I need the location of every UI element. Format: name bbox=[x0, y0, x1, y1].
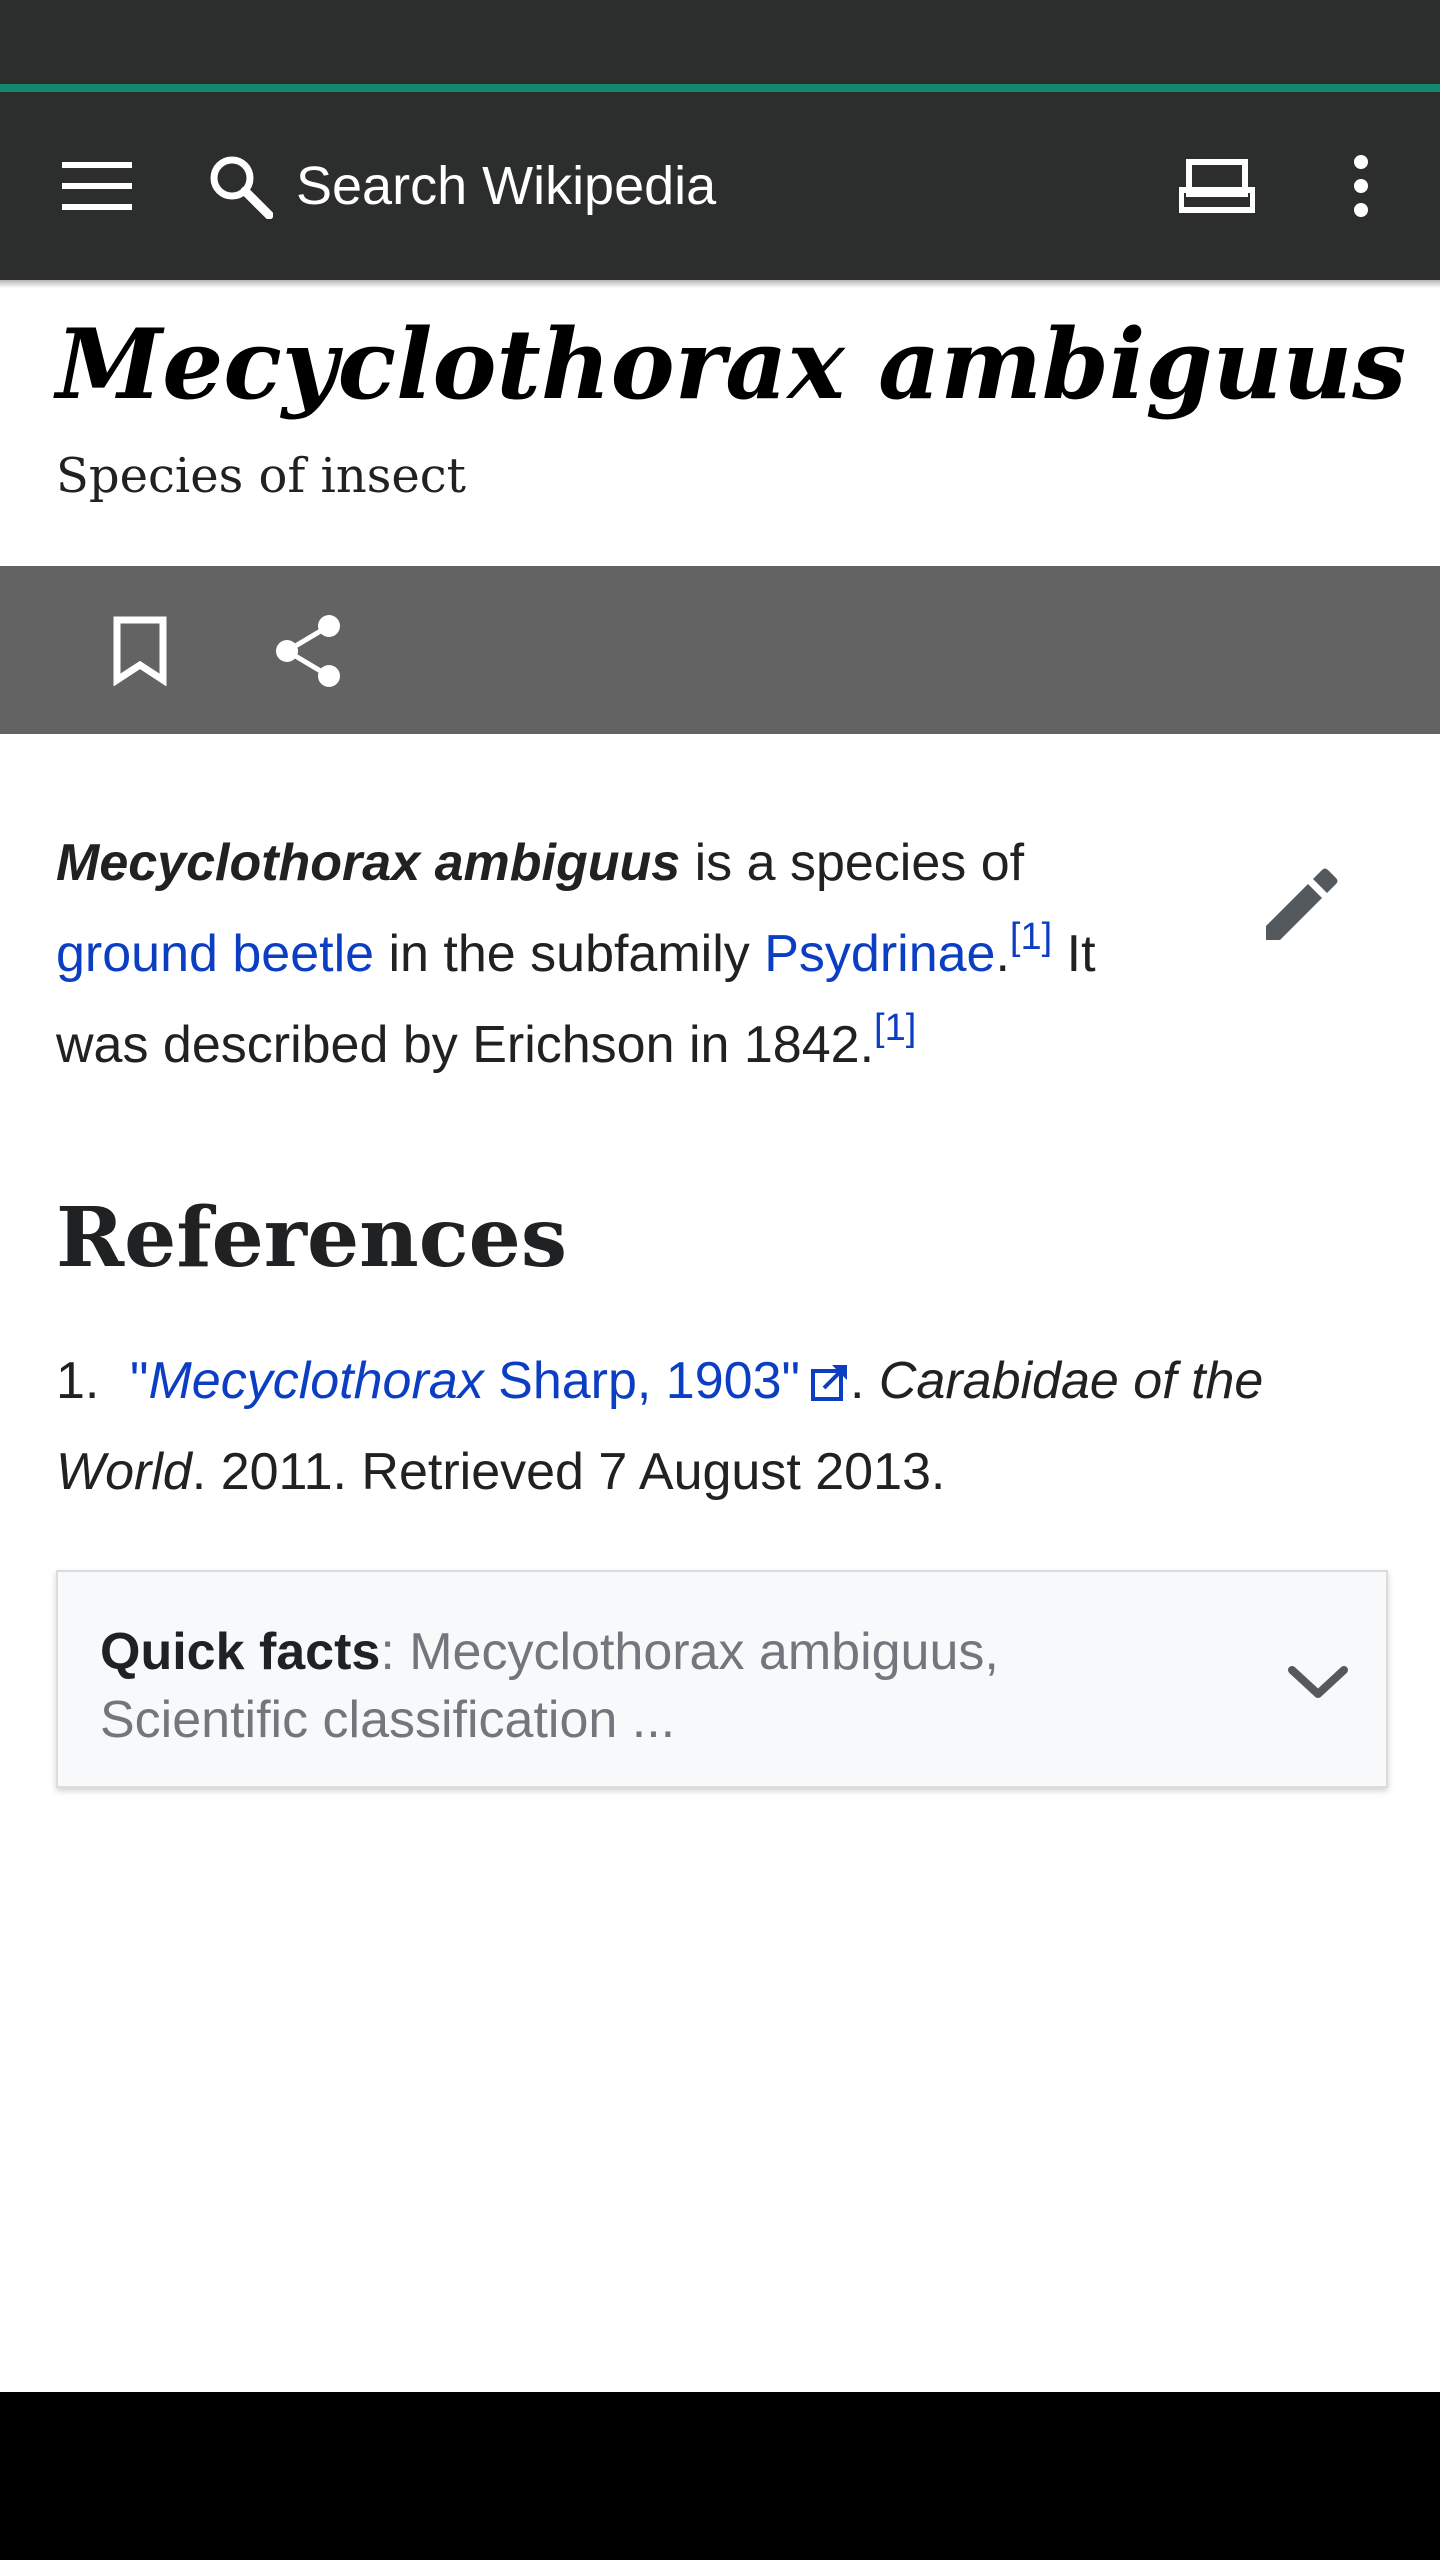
reference-number: 1. bbox=[56, 1352, 100, 1410]
menu-button[interactable] bbox=[40, 132, 154, 240]
quick-facts-text[interactable]: Quick facts: Mecyclothorax ambiguus, Sci… bbox=[100, 1618, 1180, 1754]
reference-link[interactable]: "Mecyclothorax Sharp, 1903" bbox=[130, 1352, 800, 1410]
bookmark-button[interactable] bbox=[80, 596, 200, 706]
reference-item: 1. "Mecyclothorax Sharp, 1903" . Carabida… bbox=[56, 1336, 1386, 1518]
lead-text: is a species of bbox=[680, 834, 1025, 892]
lead-text: . bbox=[995, 925, 1010, 983]
tabs-icon bbox=[1179, 159, 1255, 213]
search-placeholder[interactable]: Search Wikipedia bbox=[296, 155, 716, 217]
share-icon bbox=[276, 615, 340, 687]
bookmark-icon bbox=[113, 616, 167, 686]
lead-paragraph: Mecyclothorax ambiguus is a species of g… bbox=[56, 818, 1186, 1091]
link-psydrinae[interactable]: Psydrinae bbox=[764, 925, 995, 983]
citation-link[interactable]: [1] bbox=[1010, 916, 1052, 958]
toolbar-shadow bbox=[0, 280, 1440, 288]
reference-link-quote[interactable]: " bbox=[130, 1352, 148, 1410]
search-bar[interactable]: Search Wikipedia bbox=[190, 132, 1090, 240]
reference-text: . bbox=[849, 1352, 879, 1410]
external-link-icon bbox=[810, 1365, 847, 1401]
article-action-bar bbox=[0, 566, 1440, 734]
status-bar bbox=[0, 0, 1440, 84]
quick-facts-label: Quick facts bbox=[100, 1623, 381, 1681]
quick-facts-panel[interactable]: Quick facts: Mecyclothorax ambiguus, Sci… bbox=[56, 1570, 1388, 1788]
edit-pencil-icon bbox=[1266, 868, 1338, 940]
page-description: Species of insect bbox=[56, 448, 466, 504]
status-accent-line bbox=[0, 84, 1440, 92]
search-icon bbox=[198, 144, 282, 228]
system-navigation-bar bbox=[0, 2392, 1440, 2560]
edit-section-button[interactable] bbox=[1236, 840, 1366, 970]
reference-link-genus[interactable]: Mecyclothorax bbox=[148, 1352, 483, 1410]
page-title: Mecyclothorax ambiguus bbox=[56, 308, 1407, 421]
citation-link[interactable]: [1] bbox=[874, 1007, 916, 1049]
chevron-down-icon[interactable] bbox=[1268, 1632, 1368, 1732]
tabs-button[interactable] bbox=[1160, 132, 1274, 240]
reference-link-rest[interactable]: Sharp, 1903" bbox=[484, 1352, 800, 1410]
lead-text: in the subfamily bbox=[374, 925, 765, 983]
share-button[interactable] bbox=[246, 596, 370, 706]
reference-text: . 2011. Retrieved 7 August 2013. bbox=[191, 1443, 946, 1501]
references-heading: References bbox=[56, 1190, 568, 1286]
more-vert-icon bbox=[1354, 155, 1368, 217]
lead-bold-term: Mecyclothorax ambiguus bbox=[56, 834, 681, 892]
overflow-menu-button[interactable] bbox=[1306, 132, 1416, 240]
link-ground-beetle[interactable]: ground beetle bbox=[56, 925, 374, 983]
app-toolbar: Search Wikipedia bbox=[0, 92, 1440, 280]
hamburger-menu-icon bbox=[62, 162, 132, 210]
references-list: 1. "Mecyclothorax Sharp, 1903" . Carabida… bbox=[56, 1336, 1386, 1518]
